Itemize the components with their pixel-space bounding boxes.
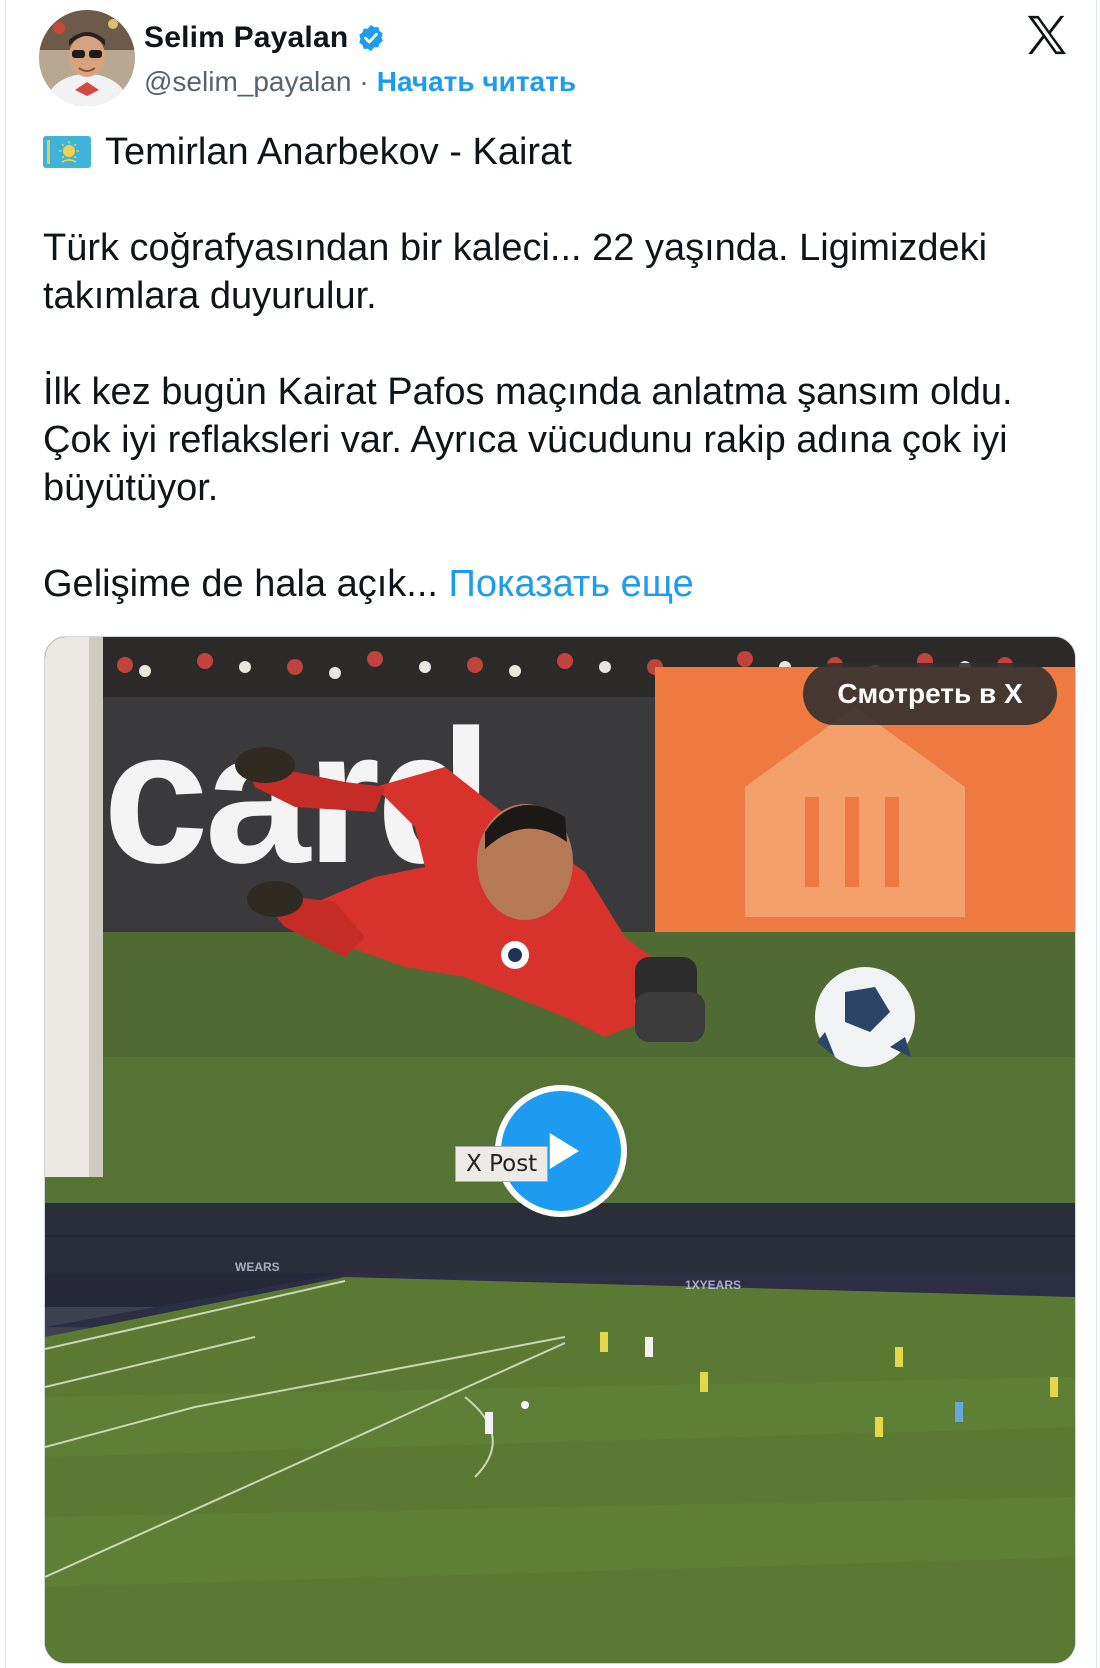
- tweet-text: Temirlan Anarbekov - Kairat Türk coğrafy…: [43, 128, 1063, 608]
- x-logo-icon[interactable]: [1024, 12, 1070, 58]
- kazakhstan-flag-icon: [43, 136, 91, 168]
- tweet-embed-card: Selim Payalan @selim_payalan · Начать чи…: [5, 0, 1097, 1668]
- author-name-row: Selim Payalan: [144, 18, 386, 58]
- tweet-paragraph-1: Türk coğrafyasından bir kaleci... 22 yaş…: [43, 227, 988, 317]
- watch-on-x-button[interactable]: Смотреть в X: [803, 663, 1057, 725]
- author-handle-row: @selim_payalan · Начать читать: [144, 64, 576, 100]
- verified-badge-icon: [359, 24, 384, 52]
- tweet-title: Temirlan Anarbekov - Kairat: [105, 131, 572, 173]
- separator-dot: ·: [359, 66, 369, 97]
- video-media[interactable]: card WEARS 1XYEARS Смотреть в X X Post: [44, 636, 1076, 1664]
- tweet-paragraph-3: Gelişime de hala açık...: [43, 563, 438, 605]
- avatar-image: [39, 10, 135, 106]
- avatar[interactable]: [39, 10, 135, 106]
- tweet-paragraph-2: İlk kez bugün Kairat Pafos maçında anlat…: [43, 371, 1013, 509]
- svg-text:WEARS: WEARS: [235, 1260, 280, 1274]
- show-more-link[interactable]: Показать еще: [449, 563, 694, 605]
- follow-link[interactable]: Начать читать: [377, 66, 576, 98]
- tooltip: X Post: [455, 1146, 549, 1182]
- soccer-ball: [815, 967, 915, 1067]
- author-handle[interactable]: @selim_payalan: [144, 66, 351, 98]
- svg-text:1XYEARS: 1XYEARS: [685, 1278, 741, 1292]
- tweet-last-line: Gelişime de hala açık... Показать еще: [43, 560, 1063, 608]
- author-display-name[interactable]: Selim Payalan: [144, 21, 348, 55]
- tweet-title-line: Temirlan Anarbekov - Kairat: [43, 128, 1063, 176]
